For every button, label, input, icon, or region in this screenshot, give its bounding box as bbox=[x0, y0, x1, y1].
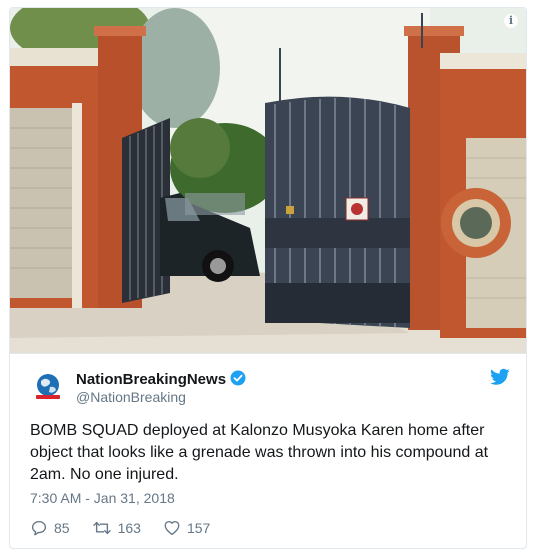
reply-icon bbox=[31, 520, 47, 536]
display-name[interactable]: NationBreakingNews bbox=[76, 370, 246, 388]
globe-logo-icon bbox=[36, 374, 60, 399]
user-handle[interactable]: @NationBreaking bbox=[76, 389, 186, 405]
tweet-card[interactable]: i NationBreakingNews @NationBreaking BOM… bbox=[9, 7, 527, 549]
gate-scene-image bbox=[10, 8, 526, 353]
tweet-text: BOMB SQUAD deployed at Kalonzo Musyoka K… bbox=[30, 422, 489, 483]
like-button[interactable]: 157 bbox=[163, 519, 210, 537]
retweet-count: 163 bbox=[117, 520, 141, 536]
retweet-icon bbox=[92, 521, 111, 535]
heart-icon bbox=[164, 520, 180, 536]
reply-count: 85 bbox=[54, 520, 70, 536]
info-circle-icon[interactable]: i bbox=[504, 14, 518, 28]
twitter-bird-icon[interactable] bbox=[490, 368, 510, 386]
avatar[interactable] bbox=[30, 368, 66, 404]
display-name-text[interactable]: NationBreakingNews bbox=[76, 371, 226, 388]
tweet-actions: 85 163 157 bbox=[30, 518, 232, 538]
verified-badge-icon bbox=[230, 370, 246, 386]
tweet-photo[interactable]: i bbox=[10, 8, 526, 354]
tweet-timestamp[interactable]: 7:30 AM - Jan 31, 2018 bbox=[30, 490, 175, 506]
reply-button[interactable]: 85 bbox=[30, 519, 70, 537]
like-count: 157 bbox=[186, 520, 211, 536]
retweet-button[interactable]: 163 bbox=[92, 519, 141, 537]
tweet-header: NationBreakingNews @NationBreaking bbox=[30, 368, 510, 408]
